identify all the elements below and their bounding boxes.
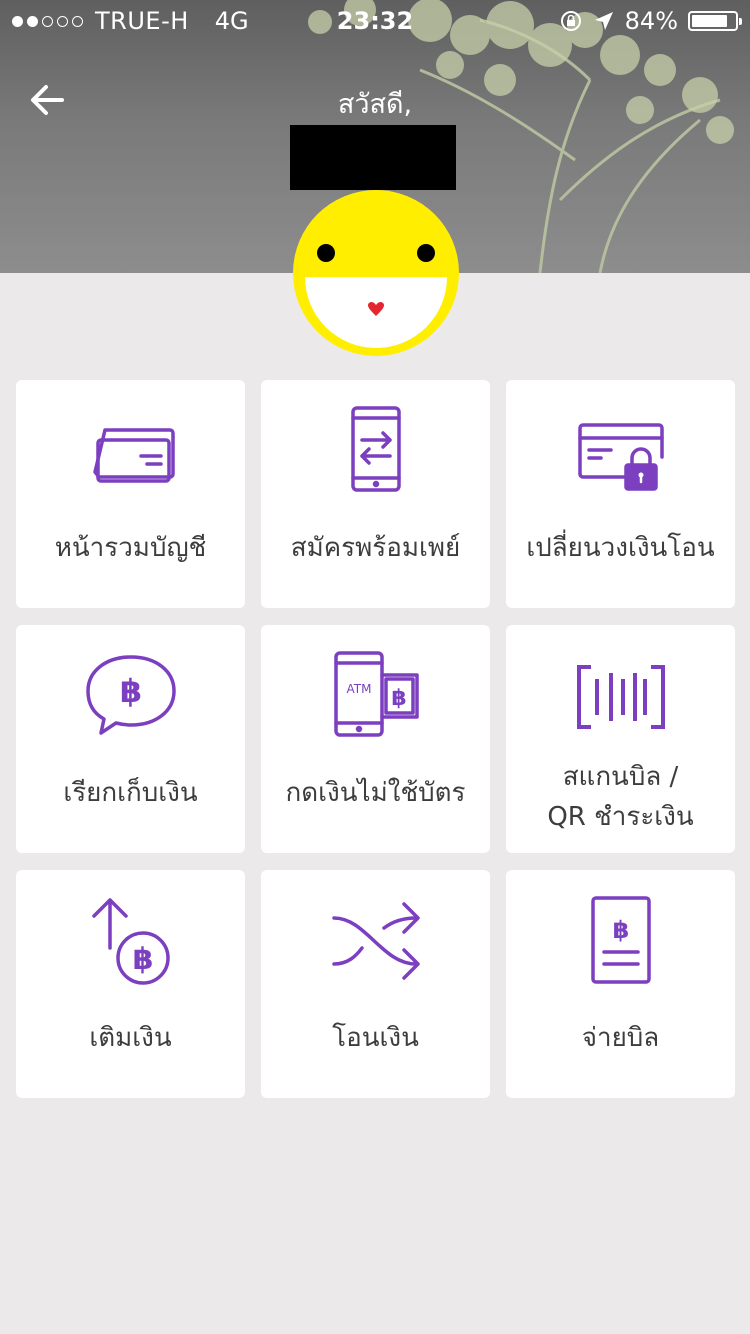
tile-label: หน้ารวมบัญชี [54,533,207,563]
tile-cardless-withdraw[interactable]: ATM ฿ กดเงินไม่ใช้บัตร [261,625,490,853]
tile-top-up[interactable]: ฿ เติมเงิน [16,870,245,1098]
tile-label: สมัครพร้อมเพย์ [290,533,461,563]
tile-label: สแกนบิล / QR ชำระเงิน [547,762,694,832]
tile-scan-bill-qr[interactable]: สแกนบิล / QR ชำระเงิน [506,625,735,853]
topup-baht-icon: ฿ [81,892,181,992]
baht-chat-icon: ฿ [81,647,181,747]
tile-label: กดเงินไม่ใช้บัตร [285,778,466,808]
tile-pay-bill[interactable]: ฿ จ่ายบิล [506,870,735,1098]
svg-text:฿: ฿ [391,686,406,711]
tile-change-transfer-limit[interactable]: เปลี่ยนวงเงินโอน [506,380,735,608]
greeting-text: สวัสดี, [337,89,413,120]
tile-label: จ่ายบิล [581,1023,660,1053]
tile-label: โอนเงิน [332,1023,419,1053]
avatar[interactable] [293,190,459,356]
battery-percent: 84% [624,7,678,35]
svg-text:฿: ฿ [612,916,629,944]
status-bar: TRUE-H 4G 23:32 84% [0,0,750,40]
svg-text:฿: ฿ [132,942,153,977]
tile-label: เติมเงิน [89,1023,172,1053]
tile-label: เปลี่ยนวงเงินโอน [526,533,715,563]
battery-level [692,15,728,27]
rotation-lock-icon [560,11,581,31]
tile-promptpay-register[interactable]: สมัครพร้อมเพย์ [261,380,490,608]
tile-label: เรียกเก็บเงิน [63,778,198,808]
tile-account-summary[interactable]: หน้ารวมบัญชี [16,380,245,608]
card-lock-icon [571,402,671,502]
barcode-scan-icon [571,647,671,747]
tile-transfer[interactable]: โอนเงิน [261,870,490,1098]
location-arrow-icon [594,12,613,30]
battery-icon [688,11,742,31]
shuffle-arrows-icon [326,892,426,992]
atm-phone-icon: ATM ฿ [326,647,426,747]
tile-request-money[interactable]: ฿ เรียกเก็บเงิน [16,625,245,853]
user-name-redacted [290,125,456,190]
svg-text:ATM: ATM [346,682,371,696]
menu-grid: หน้ารวมบัญชี สมัครพร้อมเพย์ เปลี่ยนวงเงิ… [16,380,735,1098]
bill-icon: ฿ [571,892,671,992]
svg-text:฿: ฿ [119,672,141,710]
phone-transfer-icon [326,402,426,502]
card-icon [81,402,181,502]
